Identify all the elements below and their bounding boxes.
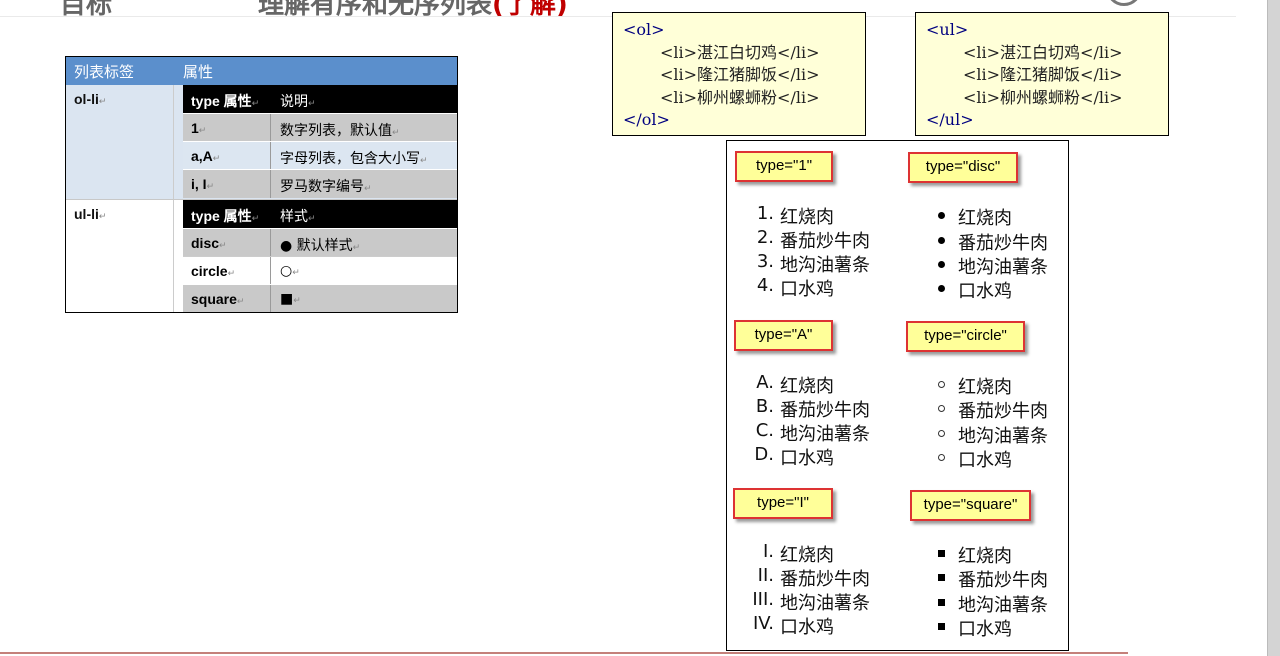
type-disc-label: type="disc" bbox=[908, 152, 1018, 183]
type-cell: square↵ bbox=[183, 285, 271, 312]
list-attribute-table: 列表标签 属性 ol-li↵ type 属性↵ 说明↵ 1↵ 数字列表，默认值↵… bbox=[65, 56, 458, 313]
type-cell: 1↵ bbox=[183, 114, 271, 142]
table-row: disc↵ ● 默认样式↵ bbox=[183, 228, 457, 257]
list-marker: IV. bbox=[752, 613, 774, 634]
tag-cell: ol-li↵ bbox=[74, 91, 107, 107]
type-cell: i, I↵ bbox=[183, 170, 271, 198]
list-marker: B. bbox=[755, 396, 774, 417]
ul-code-box: <ul> <li>湛江白切鸡</li> <li>隆江猪脚饭</li> <li>柳… bbox=[915, 12, 1169, 136]
page-title-main: 理解有序和无序列表(了解) bbox=[258, 0, 568, 20]
code-line: </ol> bbox=[623, 110, 670, 129]
disc-icon bbox=[938, 229, 958, 250]
square-icon bbox=[938, 566, 958, 587]
type-cell: a,A↵ bbox=[183, 142, 271, 170]
code-line: <li>湛江白切鸡</li> bbox=[660, 42, 820, 62]
table-row: a,A↵ 字母列表，包含大小写↵ bbox=[183, 141, 457, 170]
style-cell: ■↵ bbox=[280, 291, 301, 307]
type-cell: disc↵ bbox=[183, 229, 271, 257]
code-line: <ol> bbox=[623, 20, 665, 39]
square-icon bbox=[938, 615, 958, 636]
list-marker: I. bbox=[762, 541, 774, 562]
style-cell: ● 默认样式↵ bbox=[280, 238, 361, 254]
column-divider bbox=[173, 200, 174, 312]
type-i-label: type="I" bbox=[733, 488, 833, 519]
list-marker: 2. bbox=[756, 227, 774, 248]
square-icon bbox=[938, 591, 958, 612]
table-row: 1↵ 数字列表，默认值↵ bbox=[183, 113, 457, 142]
type-square-label: type="square" bbox=[910, 490, 1031, 521]
circle-icon bbox=[938, 373, 958, 394]
type-1-label: type="1" bbox=[735, 151, 833, 182]
table-row: square↵ ■↵ bbox=[183, 284, 457, 312]
inner-header-cell: 说明↵ bbox=[280, 94, 316, 110]
list-type-demo-panel: type="1" type="disc" type="A" type="circ… bbox=[726, 140, 1069, 651]
footer-divider bbox=[0, 652, 1128, 654]
list-marker: II. bbox=[757, 565, 774, 586]
table-row: i, I↵ 罗马数字编号↵ bbox=[183, 169, 457, 198]
corner-logo-icon bbox=[1106, 0, 1142, 6]
code-line: <li>柳州螺蛳粉</li> bbox=[660, 87, 820, 107]
page-title-left: 目标 bbox=[60, 0, 113, 20]
table-header: 列表标签 属性 bbox=[66, 57, 457, 85]
list-marker: 3. bbox=[756, 251, 774, 272]
circle-icon bbox=[938, 422, 958, 443]
disc-icon bbox=[938, 277, 958, 298]
disc-icon bbox=[938, 253, 958, 274]
code-line: <ul> bbox=[926, 20, 969, 39]
disc-icon bbox=[938, 204, 958, 225]
table-row: circle↵ ○↵ bbox=[183, 256, 457, 285]
inner-header-row: type 属性↵ 说明↵ bbox=[183, 85, 457, 113]
ol-code-box: <ol> <li>湛江白切鸡</li> <li>隆江猪脚饭</li> <li>柳… bbox=[612, 12, 866, 136]
code-line: </ul> bbox=[926, 110, 974, 129]
header-attribute: 属性 bbox=[183, 63, 214, 81]
desc-cell: 数字列表，默认值↵ bbox=[280, 123, 400, 139]
inner-header-cell: type 属性↵ bbox=[191, 93, 260, 109]
table-group-ul: ul-li↵ type 属性↵ 样式↵ disc↵ ● 默认样式↵ circle… bbox=[66, 199, 457, 312]
list-marker: D. bbox=[754, 444, 774, 465]
circle-icon bbox=[938, 397, 958, 418]
inner-header-row: type 属性↵ 样式↵ bbox=[183, 200, 457, 228]
scrollbar[interactable] bbox=[1267, 0, 1280, 656]
type-cell: circle↵ bbox=[183, 257, 271, 285]
header-list-tag: 列表标签 bbox=[74, 63, 135, 81]
inner-header-cell: 样式↵ bbox=[280, 209, 316, 225]
list-marker: A. bbox=[756, 372, 774, 393]
list-marker: III. bbox=[752, 589, 774, 610]
code-line: <li>湛江白切鸡</li> bbox=[963, 42, 1123, 62]
code-line: <li>隆江猪脚饭</li> bbox=[963, 65, 1123, 84]
type-a-label: type="A" bbox=[734, 320, 833, 351]
type-circle-label: type="circle" bbox=[906, 321, 1025, 352]
list-marker: C. bbox=[755, 420, 774, 441]
table-group-ol: ol-li↵ type 属性↵ 说明↵ 1↵ 数字列表，默认值↵ a,A↵ 字母… bbox=[66, 85, 457, 199]
circle-icon bbox=[938, 446, 958, 467]
code-line: <li>柳州螺蛳粉</li> bbox=[963, 87, 1123, 107]
desc-cell: 罗马数字编号↵ bbox=[280, 179, 372, 195]
tag-cell: ul-li↵ bbox=[74, 206, 107, 222]
list-marker: 4. bbox=[756, 275, 774, 296]
desc-cell: 字母列表，包含大小写↵ bbox=[280, 151, 428, 167]
column-divider bbox=[173, 85, 174, 199]
style-cell: ○↵ bbox=[280, 263, 300, 279]
square-icon bbox=[938, 542, 958, 563]
code-line: <li>隆江猪脚饭</li> bbox=[660, 65, 820, 84]
list-marker: 1. bbox=[756, 203, 774, 224]
inner-header-cell: type 属性↵ bbox=[191, 208, 260, 224]
